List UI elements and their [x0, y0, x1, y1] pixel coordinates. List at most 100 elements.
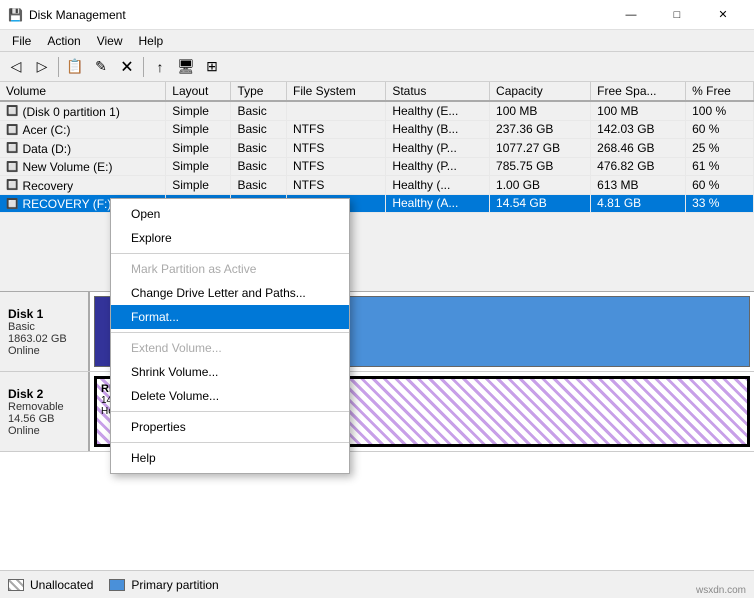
table-header-row: Volume Layout Type File System Status Ca…	[0, 82, 754, 101]
disk-1-status: Online	[8, 345, 80, 357]
cell-free: 613 MB	[591, 176, 686, 195]
title-controls: — □ ✕	[608, 0, 746, 30]
context-menu-separator	[111, 411, 349, 412]
cell-status: Healthy (P...	[386, 157, 490, 176]
context-menu-item-change-drive-letter-and-paths---[interactable]: Change Drive Letter and Paths...	[111, 281, 349, 305]
context-menu-separator	[111, 332, 349, 333]
volume-table: Volume Layout Type File System Status Ca…	[0, 82, 754, 213]
cell-status: Healthy (...	[386, 176, 490, 195]
legend-unallocated: Unallocated	[8, 578, 93, 592]
table-row[interactable]: 🔲Acer (C:) Simple Basic NTFS Healthy (B.…	[0, 120, 754, 139]
app-icon: 💾	[8, 8, 23, 22]
table-row[interactable]: 🔲New Volume (E:) Simple Basic NTFS Healt…	[0, 157, 754, 176]
watermark: wsxdn.com	[696, 585, 746, 596]
cell-capacity: 237.36 GB	[490, 120, 591, 139]
toolbar-separator-1	[58, 57, 59, 77]
disk-1-label: Disk 1 Basic 1863.02 GB Online	[0, 292, 90, 371]
col-fs: File System	[287, 82, 386, 101]
cell-layout: Simple	[166, 157, 231, 176]
cell-pct: 60 %	[686, 176, 754, 195]
context-menu-separator	[111, 442, 349, 443]
toolbar-btn-3[interactable]: 🗙	[115, 55, 139, 79]
menu-action[interactable]: Action	[39, 32, 88, 50]
back-button[interactable]: ◁	[4, 55, 28, 79]
toolbar: ◁ ▷ 📋 ✎ 🗙 ↑ 🖥 ⊞	[0, 52, 754, 82]
disk-2-size: 14.56 GB	[8, 413, 80, 425]
cell-layout: Simple	[166, 176, 231, 195]
disk-1-size: 1863.02 GB	[8, 333, 80, 345]
cell-fs: NTFS	[287, 176, 386, 195]
toolbar-btn-1[interactable]: 📋	[63, 55, 87, 79]
disk-1-name: Disk 1	[8, 307, 80, 321]
cell-type: Basic	[231, 176, 287, 195]
menu-file[interactable]: File	[4, 32, 39, 50]
cell-free: 142.03 GB	[591, 120, 686, 139]
legend-primary: Primary partition	[109, 578, 218, 592]
context-menu-item-open[interactable]: Open	[111, 202, 349, 226]
table-row[interactable]: 🔲Data (D:) Simple Basic NTFS Healthy (P.…	[0, 139, 754, 158]
toolbar-btn-2[interactable]: ✎	[89, 55, 113, 79]
cell-fs: NTFS	[287, 157, 386, 176]
context-menu-item-format---[interactable]: Format...	[111, 305, 349, 329]
cell-capacity: 100 MB	[490, 101, 591, 120]
context-menu-item-shrink-volume---[interactable]: Shrink Volume...	[111, 360, 349, 384]
minimize-button[interactable]: —	[608, 0, 654, 30]
close-button[interactable]: ✕	[700, 0, 746, 30]
toolbar-btn-5[interactable]: 🖥	[174, 55, 198, 79]
menu-view[interactable]: View	[89, 32, 131, 50]
cell-status: Healthy (P...	[386, 139, 490, 158]
status-bar: Unallocated Primary partition	[0, 570, 754, 598]
context-menu: OpenExplore Mark Partition as ActiveChang…	[110, 198, 350, 474]
cell-type: Basic	[231, 101, 287, 120]
toolbar-btn-6[interactable]: ⊞	[200, 55, 224, 79]
toolbar-btn-4[interactable]: ↑	[148, 55, 172, 79]
disk-2-name: Disk 2	[8, 387, 80, 401]
cell-free: 268.46 GB	[591, 139, 686, 158]
col-capacity: Capacity	[490, 82, 591, 101]
cell-pct: 25 %	[686, 139, 754, 158]
menu-bar: File Action View Help	[0, 30, 754, 52]
cell-volume: 🔲Data (D:)	[0, 139, 166, 158]
cell-capacity: 1077.27 GB	[490, 139, 591, 158]
disk-2-type: Removable	[8, 401, 80, 413]
cell-volume: 🔲Recovery	[0, 176, 166, 195]
col-status: Status	[386, 82, 490, 101]
context-menu-item-mark-partition-as-active: Mark Partition as Active	[111, 257, 349, 281]
cell-layout: Simple	[166, 120, 231, 139]
legend-unallocated-box	[8, 579, 24, 591]
cell-type: Basic	[231, 157, 287, 176]
cell-layout: Simple	[166, 101, 231, 120]
cell-capacity: 785.75 GB	[490, 157, 591, 176]
context-menu-item-delete-volume---[interactable]: Delete Volume...	[111, 384, 349, 408]
cell-status: Healthy (E...	[386, 101, 490, 120]
table-row[interactable]: 🔲Recovery Simple Basic NTFS Healthy (...…	[0, 176, 754, 195]
table-row[interactable]: 🔲(Disk 0 partition 1) Simple Basic Healt…	[0, 101, 754, 120]
cell-status: Healthy (B...	[386, 120, 490, 139]
cell-type: Basic	[231, 120, 287, 139]
cell-capacity: 14.54 GB	[490, 194, 591, 213]
context-menu-item-explore[interactable]: Explore	[111, 226, 349, 250]
forward-button[interactable]: ▷	[30, 55, 54, 79]
cell-pct: 61 %	[686, 157, 754, 176]
context-menu-item-properties[interactable]: Properties	[111, 415, 349, 439]
legend-unallocated-label: Unallocated	[30, 578, 93, 592]
disk-2-status: Online	[8, 425, 80, 437]
cell-fs	[287, 101, 386, 120]
cell-status: Healthy (A...	[386, 194, 490, 213]
col-type: Type	[231, 82, 287, 101]
maximize-button[interactable]: □	[654, 0, 700, 30]
toolbar-separator-2	[143, 57, 144, 77]
cell-capacity: 1.00 GB	[490, 176, 591, 195]
cell-fs: NTFS	[287, 139, 386, 158]
legend-primary-box	[109, 579, 125, 591]
menu-help[interactable]: Help	[131, 32, 172, 50]
context-menu-item-help[interactable]: Help	[111, 446, 349, 470]
cell-layout: Simple	[166, 139, 231, 158]
window-title: Disk Management	[29, 8, 126, 22]
context-menu-item-extend-volume---: Extend Volume...	[111, 336, 349, 360]
disk-2-label: Disk 2 Removable 14.56 GB Online	[0, 372, 90, 451]
cell-volume: 🔲Acer (C:)	[0, 120, 166, 139]
context-menu-separator	[111, 253, 349, 254]
cell-fs: NTFS	[287, 120, 386, 139]
cell-free: 100 MB	[591, 101, 686, 120]
